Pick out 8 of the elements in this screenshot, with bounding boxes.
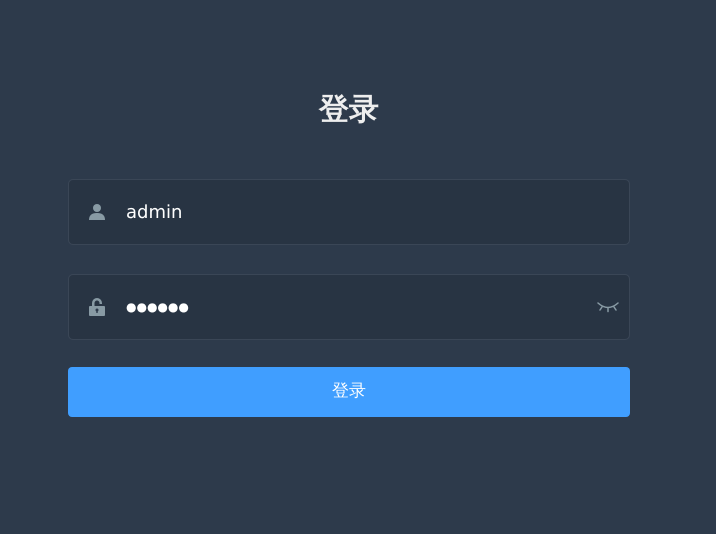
password-input[interactable]: ●●●●●● xyxy=(126,298,597,316)
username-field[interactable]: admin xyxy=(68,179,630,245)
lock-icon xyxy=(88,298,106,316)
user-icon xyxy=(88,203,106,221)
password-field[interactable]: ●●●●●● xyxy=(68,274,630,340)
eye-closed-icon[interactable] xyxy=(597,301,619,313)
username-input[interactable]: admin xyxy=(126,198,619,226)
login-title: 登录 xyxy=(318,91,380,129)
